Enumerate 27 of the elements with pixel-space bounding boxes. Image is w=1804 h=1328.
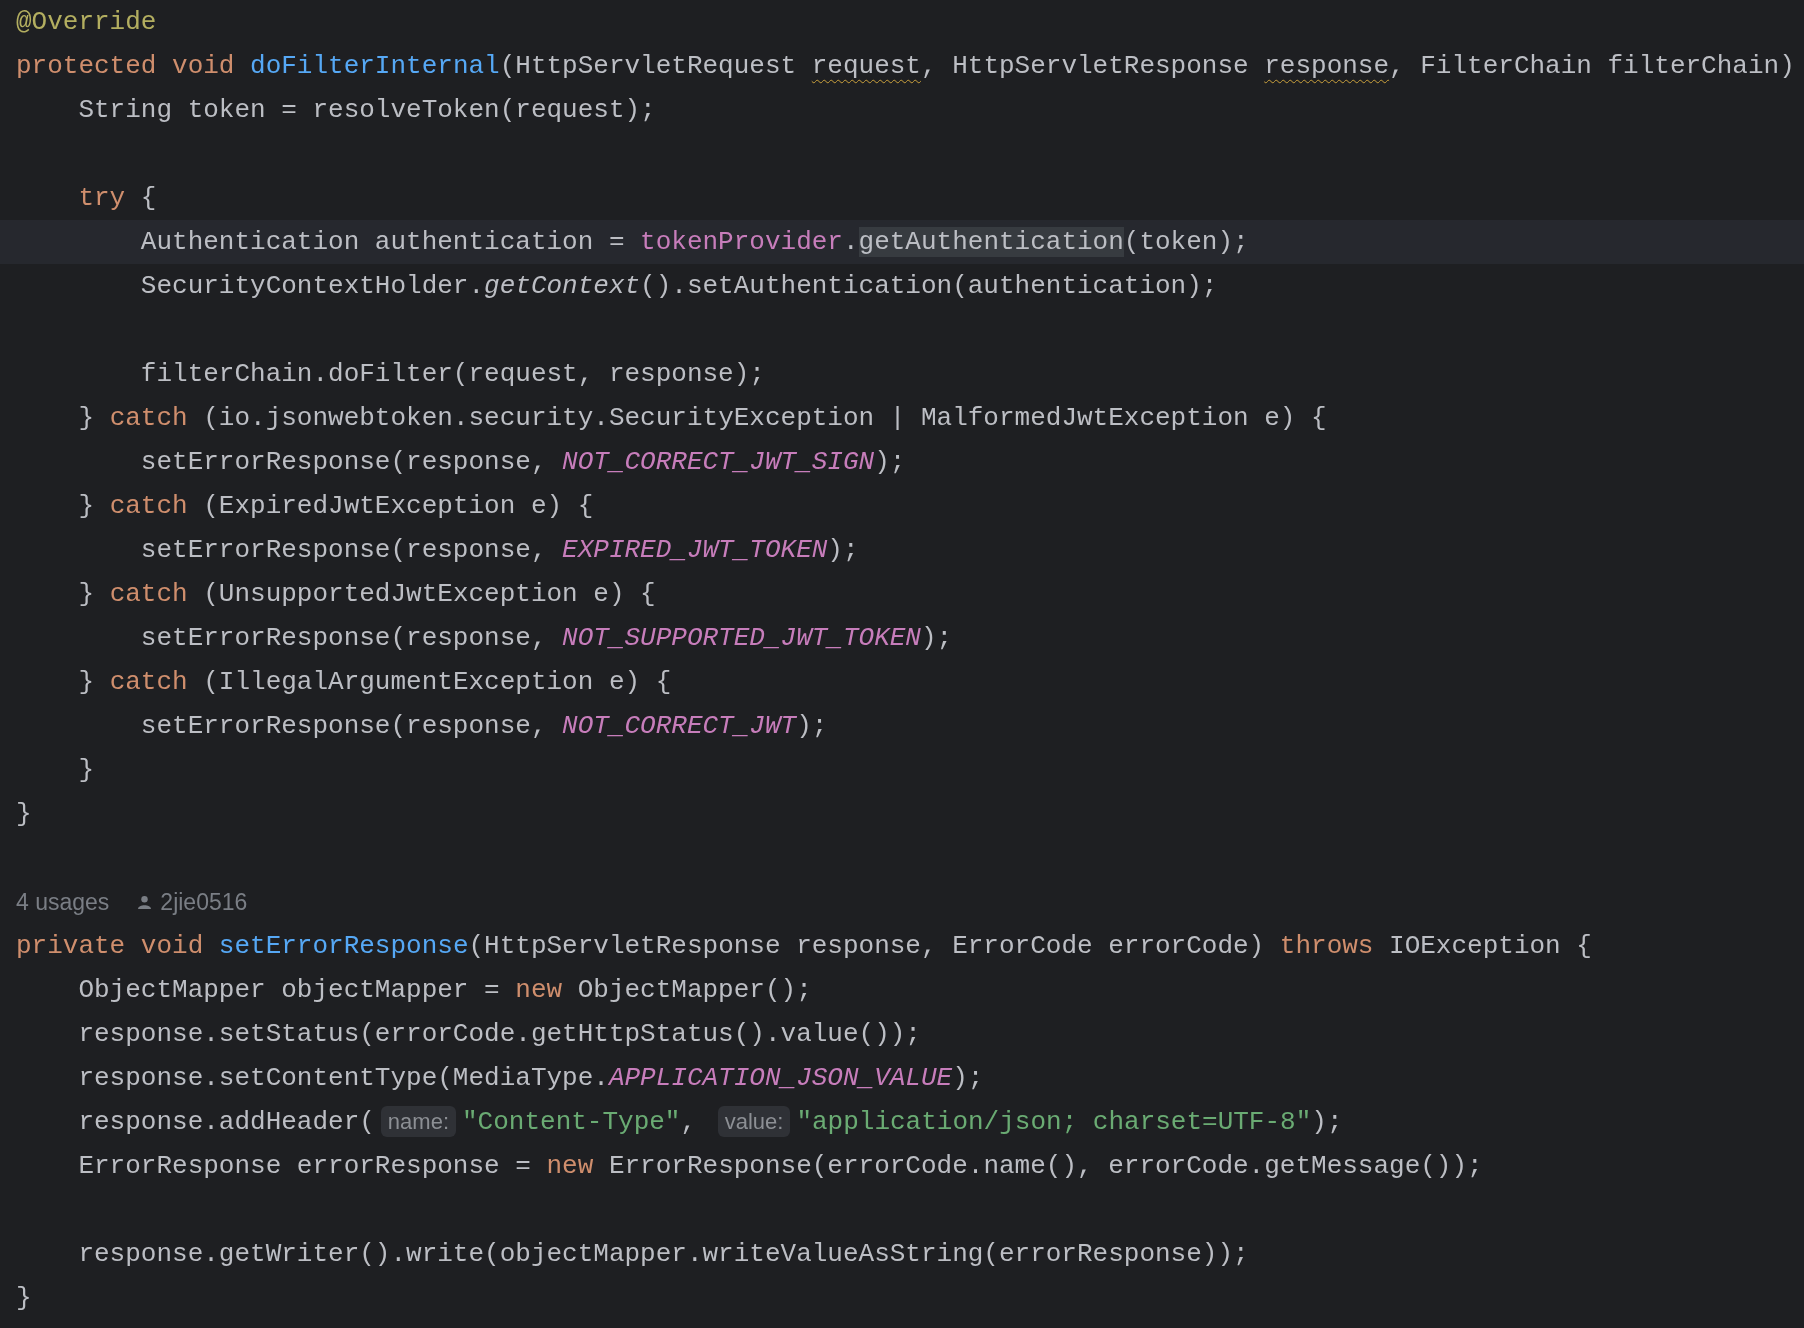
- code-line: }: [15, 798, 33, 831]
- code-line: response.addHeader( name: "Content-Type", value: "application/json; charset=UTF-8");: [77, 1105, 1344, 1139]
- code-line: setErrorResponse(response, NOT_CORRECT_JWT_SIGN);: [139, 446, 907, 479]
- code-line: ErrorResponse errorResponse = new ErrorResponse(errorCode.name(), errorCode.getMessage());: [77, 1150, 1484, 1183]
- code-line: setErrorResponse(response, NOT_SUPPORTED_JWT_TOKEN);: [139, 622, 954, 655]
- code-line: response.setContentType(MediaType.APPLICATION_JSON_VALUE);: [77, 1062, 985, 1095]
- code-line: try {: [77, 182, 158, 215]
- code-line: } catch (UnsupportedJwtException e) {: [77, 578, 657, 611]
- code-line: SecurityContextHolder.getContext().setAuthentication(authentication);: [139, 270, 1219, 303]
- code-line: }: [15, 1282, 33, 1315]
- usages-hint[interactable]: 4 usages: [16, 888, 110, 916]
- code-line: response.setStatus(errorCode.getHttpStatus().value());: [77, 1018, 922, 1051]
- code-line: filterChain.doFilter(request, response);: [139, 358, 766, 391]
- code-line: String token = resolveToken(request);: [77, 94, 657, 127]
- code-line: }: [77, 754, 95, 787]
- code-line: } catch (IllegalArgumentException e) {: [77, 666, 673, 699]
- code-line: } catch (io.jsonwebtoken.security.SecurityException | MalformedJwtException e) {: [77, 402, 1328, 435]
- code-line: @Override: [15, 6, 158, 39]
- code-line: setErrorResponse(response, EXPIRED_JWT_TOKEN);: [139, 534, 860, 567]
- code-line: response.getWriter().write(objectMapper.writeValueAsString(errorResponse));: [77, 1238, 1250, 1271]
- code-line: } catch (ExpiredJwtException e) {: [77, 490, 595, 523]
- person-icon: [137, 894, 153, 910]
- code-line: ObjectMapper objectMapper = new ObjectMapper();: [77, 974, 813, 1007]
- code-line: setErrorResponse(response, NOT_CORRECT_JWT);: [139, 710, 829, 743]
- code-line: protected void doFilterInternal(HttpServletRequest request, HttpServletResponse response, FilterChain filterChain): [15, 50, 1796, 83]
- code-line: private void setErrorResponse(HttpServletResponse response, ErrorCode errorCode) throws IOException {: [15, 930, 1593, 963]
- author-hint[interactable]: 2jie0516: [160, 888, 248, 916]
